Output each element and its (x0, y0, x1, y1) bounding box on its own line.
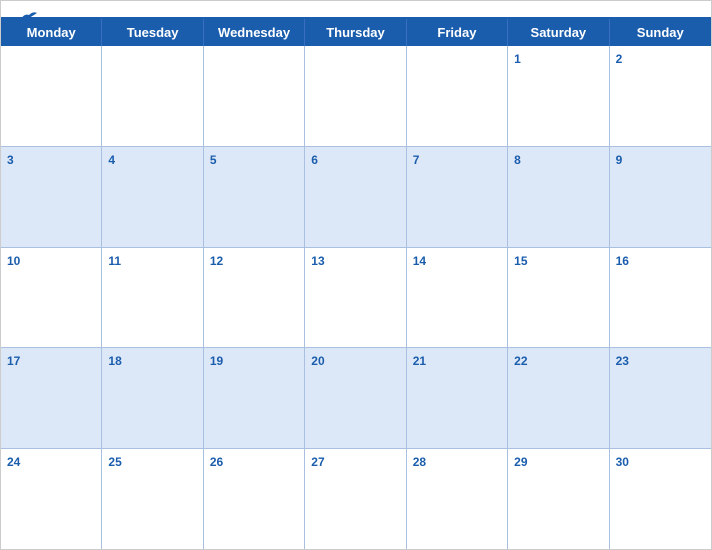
day-number: 5 (210, 153, 217, 167)
day-number: 4 (108, 153, 115, 167)
day-cell: 25 (102, 449, 203, 549)
day-cell: 15 (508, 248, 609, 348)
day-header-friday: Friday (407, 19, 508, 46)
day-number: 18 (108, 354, 121, 368)
day-cell: 23 (610, 348, 711, 448)
day-number: 29 (514, 455, 527, 469)
calendar-grid: MondayTuesdayWednesdayThursdayFridaySatu… (1, 17, 711, 549)
day-number: 17 (7, 354, 20, 368)
day-number: 14 (413, 254, 426, 268)
generalblue-logo (17, 9, 41, 27)
day-number: 23 (616, 354, 629, 368)
day-number: 19 (210, 354, 223, 368)
day-cell: 9 (610, 147, 711, 247)
day-cell (1, 46, 102, 146)
day-header-tuesday: Tuesday (102, 19, 203, 46)
day-number: 22 (514, 354, 527, 368)
day-number: 9 (616, 153, 623, 167)
day-cell: 10 (1, 248, 102, 348)
week-row-5: 24 25 26 27 28 29 30 (1, 449, 711, 549)
day-cell: 22 (508, 348, 609, 448)
day-cell: 20 (305, 348, 406, 448)
day-cell (407, 46, 508, 146)
week-row-2: 3 4 5 6 7 8 9 (1, 147, 711, 248)
day-cell (102, 46, 203, 146)
day-header-thursday: Thursday (305, 19, 406, 46)
day-headers-row: MondayTuesdayWednesdayThursdayFridaySatu… (1, 19, 711, 46)
day-number: 16 (616, 254, 629, 268)
day-cell: 11 (102, 248, 203, 348)
day-cell (204, 46, 305, 146)
day-cell: 26 (204, 449, 305, 549)
day-cell: 28 (407, 449, 508, 549)
day-cell: 4 (102, 147, 203, 247)
day-cell: 16 (610, 248, 711, 348)
day-cell: 13 (305, 248, 406, 348)
day-cell: 7 (407, 147, 508, 247)
logo-bird-icon (17, 9, 39, 27)
week-row-4: 17 18 19 20 21 22 23 (1, 348, 711, 449)
week-row-3: 10 11 12 13 14 15 16 (1, 248, 711, 349)
weeks-container: 1234567891011121314151617181920212223242… (1, 46, 711, 549)
day-cell: 21 (407, 348, 508, 448)
day-header-sunday: Sunday (610, 19, 711, 46)
day-header-saturday: Saturday (508, 19, 609, 46)
day-number: 12 (210, 254, 223, 268)
calendar-header (1, 1, 711, 17)
day-header-wednesday: Wednesday (204, 19, 305, 46)
day-number: 27 (311, 455, 324, 469)
day-number: 24 (7, 455, 20, 469)
day-cell: 29 (508, 449, 609, 549)
day-cell: 8 (508, 147, 609, 247)
day-cell: 19 (204, 348, 305, 448)
day-number: 15 (514, 254, 527, 268)
day-cell: 2 (610, 46, 711, 146)
day-number: 25 (108, 455, 121, 469)
day-cell: 12 (204, 248, 305, 348)
day-cell: 17 (1, 348, 102, 448)
day-number: 26 (210, 455, 223, 469)
day-number: 28 (413, 455, 426, 469)
day-cell (305, 46, 406, 146)
day-cell: 6 (305, 147, 406, 247)
day-cell: 5 (204, 147, 305, 247)
day-cell: 1 (508, 46, 609, 146)
day-number: 20 (311, 354, 324, 368)
day-number: 2 (616, 52, 623, 66)
day-number: 6 (311, 153, 318, 167)
day-number: 21 (413, 354, 426, 368)
calendar-container: MondayTuesdayWednesdayThursdayFridaySatu… (0, 0, 712, 550)
day-cell: 27 (305, 449, 406, 549)
day-cell: 18 (102, 348, 203, 448)
day-number: 3 (7, 153, 14, 167)
day-number: 11 (108, 254, 121, 268)
day-number: 8 (514, 153, 521, 167)
day-cell: 3 (1, 147, 102, 247)
day-number: 13 (311, 254, 324, 268)
week-row-1: 12 (1, 46, 711, 147)
day-number: 30 (616, 455, 629, 469)
day-number: 10 (7, 254, 20, 268)
day-cell: 24 (1, 449, 102, 549)
day-number: 7 (413, 153, 420, 167)
day-cell: 14 (407, 248, 508, 348)
day-number: 1 (514, 52, 521, 66)
day-cell: 30 (610, 449, 711, 549)
